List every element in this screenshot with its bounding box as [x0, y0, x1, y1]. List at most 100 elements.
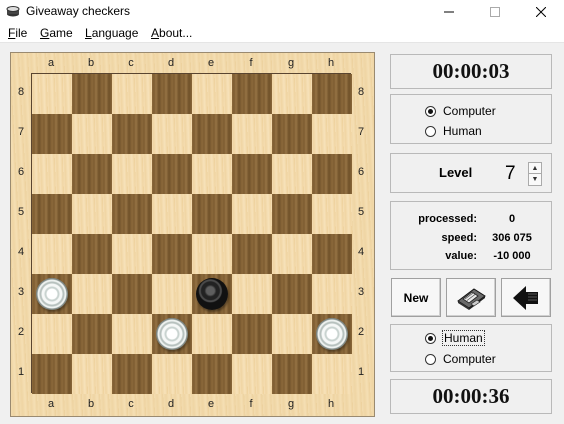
rank-label-left: 3: [17, 286, 25, 298]
checkers-board[interactable]: [31, 73, 352, 394]
board-square-f3[interactable]: [232, 274, 272, 314]
close-icon: [536, 6, 546, 17]
menu-game[interactable]: Game: [40, 26, 73, 40]
rank-label-right: 6: [357, 166, 365, 178]
board-square-a8[interactable]: [32, 74, 72, 114]
level-spinner[interactable]: ▲ ▼: [528, 162, 542, 186]
bottom-player-human-radio[interactable]: Human: [425, 330, 485, 346]
board-square-e1[interactable]: [192, 354, 232, 394]
board-square-d1[interactable]: [152, 354, 192, 394]
board-square-d7[interactable]: [152, 114, 192, 154]
menu-language[interactable]: Language: [85, 26, 138, 40]
board-square-c7[interactable]: [112, 114, 152, 154]
board-square-a5[interactable]: [32, 194, 72, 234]
board-square-h4[interactable]: [312, 234, 352, 274]
board-square-f1[interactable]: [232, 354, 272, 394]
menu-file[interactable]: File: [8, 26, 27, 40]
file-label-top: d: [167, 57, 175, 69]
board-square-c3[interactable]: [112, 274, 152, 314]
board-square-c4[interactable]: [112, 234, 152, 274]
board-square-h8[interactable]: [312, 74, 352, 114]
board-square-g1[interactable]: [272, 354, 312, 394]
spin-down-icon[interactable]: ▼: [529, 174, 541, 185]
board-square-b5[interactable]: [72, 194, 112, 234]
board-square-a7[interactable]: [32, 114, 72, 154]
top-player-group: Computer Human: [390, 94, 552, 144]
top-player-computer-radio[interactable]: Computer: [425, 104, 496, 118]
board-square-e8[interactable]: [192, 74, 232, 114]
board-square-b4[interactable]: [72, 234, 112, 274]
board-square-f7[interactable]: [232, 114, 272, 154]
stat-value-processed: 0: [508, 213, 516, 225]
board-square-e4[interactable]: [192, 234, 232, 274]
board-square-g6[interactable]: [272, 154, 312, 194]
board-square-g3[interactable]: [272, 274, 312, 314]
undo-move-button[interactable]: [501, 278, 551, 317]
white-checker-piece[interactable]: [156, 318, 188, 350]
board-square-f2[interactable]: [232, 314, 272, 354]
top-player-human-radio[interactable]: Human: [425, 124, 482, 138]
board-square-f8[interactable]: [232, 74, 272, 114]
board-square-b2[interactable]: [72, 314, 112, 354]
file-label-top: c: [128, 57, 134, 69]
board-square-f6[interactable]: [232, 154, 272, 194]
board-square-h3[interactable]: [312, 274, 352, 314]
window-title: Giveaway checkers: [26, 4, 131, 18]
white-checker-piece[interactable]: [316, 318, 348, 350]
board-square-d5[interactable]: [152, 194, 192, 234]
board-square-h5[interactable]: [312, 194, 352, 234]
board-square-c6[interactable]: [112, 154, 152, 194]
close-button[interactable]: [518, 0, 564, 23]
board-square-d4[interactable]: [152, 234, 192, 274]
board-square-c2[interactable]: [112, 314, 152, 354]
maximize-button[interactable]: [472, 0, 518, 23]
radio-button-icon: [425, 125, 436, 137]
file-label-top: e: [207, 57, 215, 69]
radio-label: Computer: [443, 104, 496, 118]
board-square-h1[interactable]: [312, 354, 352, 394]
white-checker-piece[interactable]: [36, 278, 68, 310]
board-square-h7[interactable]: [312, 114, 352, 154]
board-square-c8[interactable]: [112, 74, 152, 114]
board-square-g5[interactable]: [272, 194, 312, 234]
board-square-g2[interactable]: [272, 314, 312, 354]
board-square-b3[interactable]: [72, 274, 112, 314]
level-panel: Level 7 ▲ ▼: [390, 153, 552, 193]
spin-up-icon[interactable]: ▲: [529, 163, 541, 174]
board-square-e5[interactable]: [192, 194, 232, 234]
minimize-button[interactable]: [426, 0, 472, 23]
stat-label-processed: processed:: [418, 213, 477, 225]
board-square-g8[interactable]: [272, 74, 312, 114]
board-square-a6[interactable]: [32, 154, 72, 194]
board-square-a4[interactable]: [32, 234, 72, 274]
board-square-a1[interactable]: [32, 354, 72, 394]
board-square-b6[interactable]: [72, 154, 112, 194]
board-square-e2[interactable]: [192, 314, 232, 354]
board-square-b8[interactable]: [72, 74, 112, 114]
board-square-f5[interactable]: [232, 194, 272, 234]
board-square-b7[interactable]: [72, 114, 112, 154]
level-value[interactable]: 7: [505, 163, 516, 185]
board-square-c1[interactable]: [112, 354, 152, 394]
menu-about[interactable]: About...: [151, 26, 192, 40]
engine-stats-panel: processed: 0 speed: 306 075 value: -10 0…: [390, 201, 552, 270]
board-square-d8[interactable]: [152, 74, 192, 114]
bottom-player-computer-radio[interactable]: Computer: [425, 352, 496, 366]
board-square-g4[interactable]: [272, 234, 312, 274]
board-square-e7[interactable]: [192, 114, 232, 154]
board-square-d3[interactable]: [152, 274, 192, 314]
bottom-clock-time: 00:00:36: [432, 384, 510, 408]
board-square-a2[interactable]: [32, 314, 72, 354]
black-checker-piece[interactable]: [196, 278, 228, 310]
board-square-b1[interactable]: [72, 354, 112, 394]
save-button[interactable]: [446, 278, 496, 317]
board-square-c5[interactable]: [112, 194, 152, 234]
board-square-e6[interactable]: [192, 154, 232, 194]
board-square-g7[interactable]: [272, 114, 312, 154]
board-square-f4[interactable]: [232, 234, 272, 274]
bottom-clock: 00:00:36: [390, 379, 552, 414]
board-square-h6[interactable]: [312, 154, 352, 194]
board-square-d6[interactable]: [152, 154, 192, 194]
file-label-bottom: g: [287, 398, 295, 410]
new-game-button[interactable]: New: [391, 278, 441, 317]
